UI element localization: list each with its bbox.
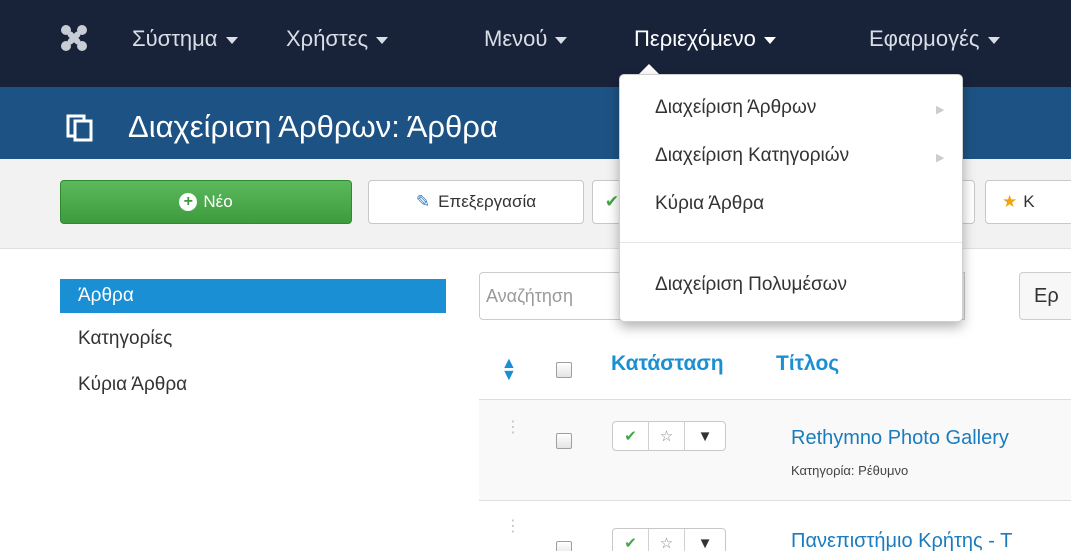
- chevron-right-icon: ▶: [936, 152, 945, 164]
- chevron-right-icon: ▶: [936, 104, 945, 116]
- published-check-icon[interactable]: ✔: [613, 422, 649, 450]
- new-button-label: Νέο: [203, 192, 233, 211]
- menu-item-article-manager[interactable]: Διαχείριση Άρθρων: [655, 97, 816, 119]
- column-header-status[interactable]: Κατάσταση: [611, 352, 724, 376]
- nav-menu-menus-label: Μενού: [484, 26, 548, 51]
- edit-icon: ✎: [415, 192, 431, 211]
- menu-item-featured-articles[interactable]: Κύρια Άρθρα: [655, 193, 764, 215]
- new-button[interactable]: + Νέο: [60, 180, 352, 224]
- featured-star-icon[interactable]: ☆: [649, 422, 685, 450]
- row-actions-dropdown[interactable]: ▼: [685, 529, 725, 551]
- select-all-checkbox[interactable]: [556, 362, 572, 378]
- nav-menu-users-label: Χρήστες: [286, 26, 369, 51]
- status-button-group: ✔ ☆ ▼: [612, 421, 726, 451]
- sort-icon[interactable]: ▲ ▼: [501, 356, 517, 384]
- chevron-down-icon: [987, 36, 1000, 44]
- search-tools-button[interactable]: Ερ: [1019, 272, 1071, 320]
- edit-button[interactable]: ✎ Επεξεργασία: [368, 180, 584, 224]
- dropdown-pointer: [639, 64, 659, 74]
- drag-handle-icon[interactable]: ⋮: [505, 519, 521, 535]
- row-checkbox[interactable]: [556, 541, 572, 551]
- nav-menu-menus[interactable]: Μενού: [484, 26, 568, 52]
- check-icon: ✔: [604, 192, 620, 211]
- article-category: Κατηγορία: Ρέθυμνο: [791, 463, 909, 478]
- menu-divider: [620, 242, 962, 243]
- row-actions-dropdown[interactable]: ▼: [685, 422, 725, 450]
- article-title-link[interactable]: Πανεπιστήμιο Κρήτης - Τ: [791, 530, 1012, 551]
- nav-menu-system-label: Σύστημα: [132, 26, 218, 51]
- sidebar-item-articles[interactable]: Άρθρα: [60, 279, 446, 313]
- copy-icon: [66, 114, 93, 142]
- menu-item-category-manager[interactable]: Διαχείριση Κατηγοριών: [655, 145, 849, 167]
- edit-button-label: Επεξεργασία: [438, 192, 537, 211]
- table-row: [479, 400, 1071, 500]
- sidebar-item-categories[interactable]: Κατηγορίες: [60, 322, 446, 356]
- chevron-down-icon: [225, 36, 238, 44]
- featured-star-icon[interactable]: ☆: [649, 529, 685, 551]
- nav-menu-content[interactable]: Περιεχόμενο: [634, 26, 776, 52]
- chevron-down-icon: [376, 36, 389, 44]
- star-icon: ★: [1002, 192, 1018, 211]
- page-title: Διαχείριση Άρθρων: Άρθρα: [128, 109, 498, 144]
- row-checkbox[interactable]: [556, 433, 572, 449]
- joomla-logo-icon[interactable]: [60, 24, 88, 52]
- nav-menu-extensions-label: Εφαρμογές: [869, 26, 980, 51]
- featured-button-label: Κ: [1023, 192, 1035, 211]
- nav-menu-system[interactable]: Σύστημα: [132, 26, 238, 52]
- nav-menu-users[interactable]: Χρήστες: [286, 26, 389, 52]
- nav-menu-content-label: Περιεχόμενο: [634, 26, 756, 51]
- featured-button[interactable]: ★ Κ: [985, 180, 1071, 224]
- plus-circle-icon: +: [179, 193, 198, 211]
- chevron-down-icon: [555, 36, 568, 44]
- chevron-down-icon: [763, 36, 776, 44]
- column-header-title[interactable]: Τίτλος: [776, 352, 839, 376]
- nav-menu-extensions[interactable]: Εφαρμογές: [869, 26, 1000, 52]
- menu-item-media-manager[interactable]: Διαχείριση Πολυμέσων: [655, 274, 847, 296]
- status-button-group: ✔ ☆ ▼: [612, 528, 726, 551]
- sidebar-item-featured[interactable]: Κύρια Άρθρα: [60, 368, 446, 402]
- row-divider: [479, 500, 1071, 501]
- article-title-link[interactable]: Rethymno Photo Gallery: [791, 427, 1009, 450]
- drag-handle-icon[interactable]: ⋮: [505, 420, 521, 436]
- published-check-icon[interactable]: ✔: [613, 529, 649, 551]
